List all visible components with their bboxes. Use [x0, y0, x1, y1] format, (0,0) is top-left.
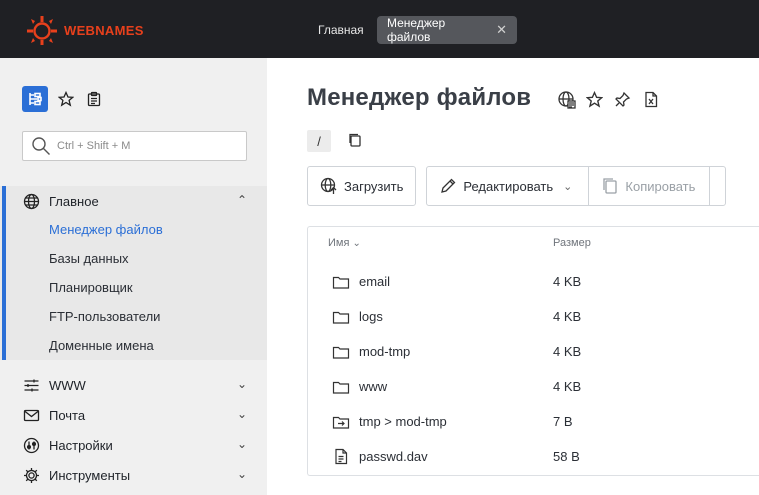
search-input[interactable] [57, 140, 237, 152]
brand-name: WEBNAMES [64, 22, 144, 38]
column-header-name[interactable]: Имя ⌄ [328, 237, 361, 249]
sidebar-item-ftp-users[interactable]: FTP-пользователи [49, 309, 160, 324]
tab-home-label: Главная [318, 23, 364, 37]
settings-icon [22, 436, 40, 454]
sort-chevron-icon: ⌄ [352, 238, 361, 249]
file-name: logs [359, 309, 383, 324]
tab-home[interactable]: Главная [308, 16, 374, 44]
sidebar-group-settings[interactable]: Настройки ⌄ [22, 434, 247, 456]
sidebar: Главное ⌃ Менеджер файлов Базы данных Пл… [0, 58, 267, 495]
logo-icon [27, 16, 57, 45]
table-row[interactable]: passwd.dav 58 B [308, 439, 759, 474]
chevron-down-icon[interactable]: ⌄ [237, 407, 247, 421]
title-actions [555, 88, 667, 110]
copy-button[interactable]: Копировать [588, 167, 707, 205]
sidebar-item-domains[interactable]: Доменные имена [49, 338, 154, 353]
chevron-down-icon[interactable]: ⌄ [237, 437, 247, 451]
edit-button-group: Редактировать ⌄ Копировать [426, 166, 727, 206]
copy-icon[interactable] [347, 132, 363, 148]
pencil-icon [441, 178, 456, 193]
file-name: passwd.dav [359, 449, 428, 464]
sidebar-group-www[interactable]: WWW ⌄ [22, 374, 247, 396]
table-row[interactable]: logs 4 KB [308, 299, 759, 334]
file-name: mod-tmp [359, 344, 411, 359]
file-toolbar: Загрузить Редактировать ⌄ Копировать [307, 166, 736, 206]
sidebar-group-main-label: Главное [49, 193, 99, 209]
folder-icon [332, 308, 350, 326]
sidebar-search[interactable] [22, 131, 247, 161]
main-content: Менеджер файлов / Загрузить Редактироват… [267, 58, 759, 495]
clipboard-icon[interactable] [84, 89, 104, 109]
table-row[interactable]: email 4 KB [308, 264, 759, 299]
file-size: 4 KB [553, 309, 582, 324]
file-size: 4 KB [553, 379, 582, 394]
file-size: 7 B [553, 414, 573, 429]
pin-icon[interactable] [611, 88, 633, 110]
tab-file-manager-label: Менеджер файлов [387, 16, 446, 44]
top-bar: WEBNAMES Главная Менеджер файлов ✕ [0, 0, 759, 58]
sidebar-item-databases[interactable]: Базы данных [49, 251, 129, 266]
tab-file-manager[interactable]: Менеджер файлов ✕ [377, 16, 517, 44]
column-header-name-label: Имя [328, 237, 350, 249]
folder-icon [332, 378, 350, 396]
upload-button[interactable]: Загрузить [307, 166, 417, 206]
file-size: 58 B [553, 449, 580, 464]
sidebar-item-scheduler[interactable]: Планировщик [49, 280, 133, 295]
sidebar-group-main[interactable]: Главное ⌃ [22, 190, 247, 212]
copy-icon [603, 178, 618, 194]
tree-view-icon[interactable] [22, 86, 48, 112]
sidebar-item-file-manager[interactable]: Менеджер файлов [49, 222, 163, 237]
file-name: tmp > mod-tmp [359, 414, 447, 429]
upload-button-label: Загрузить [344, 178, 404, 194]
file-name: www [359, 379, 388, 394]
star-icon[interactable] [583, 88, 605, 110]
edit-button-label: Редактировать [463, 178, 554, 194]
close-icon[interactable]: ✕ [496, 22, 507, 38]
edit-button[interactable]: Редактировать ⌄ [427, 167, 584, 205]
table-row[interactable]: www 4 KB [308, 369, 759, 404]
folder-icon [332, 343, 350, 361]
search-icon [32, 137, 50, 155]
star-icon[interactable] [56, 89, 76, 109]
globe-icon [22, 192, 40, 210]
upload-globe-icon [320, 177, 337, 194]
table-row[interactable]: mod-tmp 4 KB [308, 334, 759, 369]
folder-icon [332, 273, 350, 291]
file-table: Имя ⌄ Размер email 4 KB logs 4 KB mod-tm… [307, 226, 759, 476]
file-size: 4 KB [553, 344, 582, 359]
excel-icon[interactable] [639, 88, 661, 110]
gear-icon [22, 466, 40, 484]
chevron-down-icon[interactable]: ⌄ [237, 377, 247, 391]
file-icon [332, 448, 350, 466]
page-title: Менеджер файлов [307, 84, 532, 111]
sidebar-group-www-label: WWW [49, 377, 86, 393]
file-size: 4 KB [553, 274, 582, 289]
sidebar-group-mail-label: Почта [49, 407, 86, 423]
brand-logo[interactable]: WEBNAMES [24, 14, 164, 46]
sidebar-group-main-block [0, 186, 267, 360]
copy-button-label: Копировать [625, 178, 696, 194]
chevron-down-icon[interactable]: ⌄ [237, 467, 247, 481]
sidebar-group-tools[interactable]: Инструменты ⌄ [22, 464, 247, 486]
sidebar-group-mail[interactable]: Почта ⌄ [22, 404, 247, 426]
breadcrumb-root[interactable]: / [307, 130, 331, 152]
table-row[interactable]: tmp > mod-tmp 7 B [308, 404, 759, 439]
column-header-size[interactable]: Размер [553, 237, 591, 249]
toolbar-divider [709, 167, 711, 205]
mail-icon [22, 406, 40, 424]
sidebar-group-tools-label: Инструменты [49, 467, 131, 483]
sidebar-toolbar [22, 86, 104, 112]
sidebar-group-settings-label: Настройки [49, 437, 113, 453]
sliders-icon [22, 376, 40, 394]
active-group-indicator [2, 186, 6, 360]
file-name: email [359, 274, 391, 289]
folder-link-icon [332, 413, 350, 431]
chevron-down-icon[interactable]: ⌄ [563, 180, 572, 193]
web-icon[interactable] [555, 88, 577, 110]
chevron-up-icon[interactable]: ⌃ [237, 193, 247, 207]
